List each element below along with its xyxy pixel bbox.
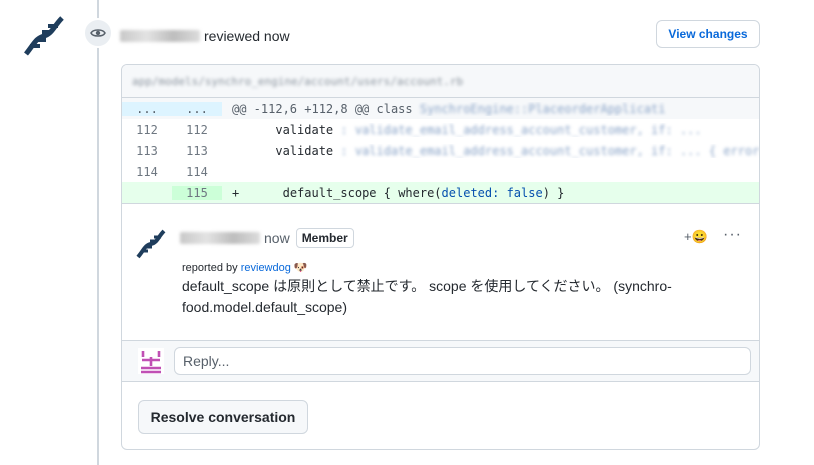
timeline-line: [97, 0, 99, 465]
hunk-header: @@ -112,6 +112,8 @@ class: [232, 101, 413, 116]
review-time[interactable]: now: [264, 28, 290, 44]
hunk-context: SynchroEngine::PlaceorderApplicati: [419, 101, 666, 116]
code-keyword: deleted:: [441, 185, 500, 200]
add-reaction-icon[interactable]: +😀: [684, 229, 708, 245]
expand-down-icon[interactable]: ...: [172, 101, 222, 116]
view-changes-button[interactable]: View changes: [656, 20, 760, 48]
reply-bar: [122, 340, 759, 382]
diff-line: 114 114: [122, 161, 759, 182]
code-text: ) }: [542, 185, 565, 200]
commenter-name-redacted[interactable]: [180, 232, 260, 244]
reviewer-name-redacted: [120, 30, 200, 42]
comment-header: now Member: [180, 227, 354, 249]
dog-emoji-icon: 🐶: [293, 262, 308, 274]
more-options-icon[interactable]: ···: [723, 226, 742, 244]
new-line-number[interactable]: 112: [172, 123, 222, 137]
code-redacted: : validate_email_address_account_custome…: [340, 143, 759, 158]
file-path[interactable]: app/models/synchro_engine/account/users/…: [132, 75, 463, 88]
review-action: reviewed: [204, 28, 261, 44]
eye-icon: [83, 18, 113, 48]
file-path-header[interactable]: app/models/synchro_engine/account/users/…: [122, 65, 759, 98]
old-line-number[interactable]: 114: [122, 165, 172, 179]
commenter-avatar[interactable]: [135, 228, 167, 260]
new-line-number[interactable]: 113: [172, 144, 222, 158]
old-line-number[interactable]: 113: [122, 144, 172, 158]
reporter-link[interactable]: reviewdog: [241, 262, 291, 274]
reported-prefix: reported by: [182, 262, 238, 274]
reply-input[interactable]: [174, 347, 751, 375]
resolve-conversation-button[interactable]: Resolve conversation: [138, 400, 308, 434]
review-thread-card: app/models/synchro_engine/account/users/…: [121, 64, 760, 450]
comment-time[interactable]: now: [264, 230, 290, 246]
code-text: default_scope { where(: [282, 185, 442, 200]
code-keyword: false: [506, 185, 543, 200]
old-line-number[interactable]: 112: [122, 123, 172, 137]
added-sign: +: [232, 185, 240, 200]
diff-line-added: 115 + default_scope { where(deleted: fal…: [122, 182, 759, 203]
new-line-number[interactable]: 115: [172, 185, 222, 200]
member-badge: Member: [295, 228, 354, 248]
comment-body: default_scope は原則として禁止です。 scope を使用してくださ…: [182, 278, 672, 315]
new-line-number[interactable]: 114: [172, 165, 222, 179]
code-text: validate: [275, 122, 334, 137]
user-avatar[interactable]: [138, 348, 164, 374]
diff-line: 112 112 validate : validate_email_addres…: [122, 119, 759, 140]
hunk-row: ... ... @@ -112,6 +112,8 @@ class Synchr…: [122, 98, 759, 119]
diff-line: 113 113 validate : validate_email_addres…: [122, 140, 759, 161]
diff-table: ... ... @@ -112,6 +112,8 @@ class Synchr…: [122, 98, 759, 203]
review-header: reviewed now: [120, 26, 290, 46]
expand-up-icon[interactable]: ...: [122, 101, 172, 116]
code-text: validate: [275, 143, 334, 158]
reported-by: reported by reviewdog 🐶: [182, 261, 308, 274]
reviewer-avatar[interactable]: [22, 14, 66, 58]
code-redacted: : validate_email_address_account_custome…: [340, 122, 702, 137]
